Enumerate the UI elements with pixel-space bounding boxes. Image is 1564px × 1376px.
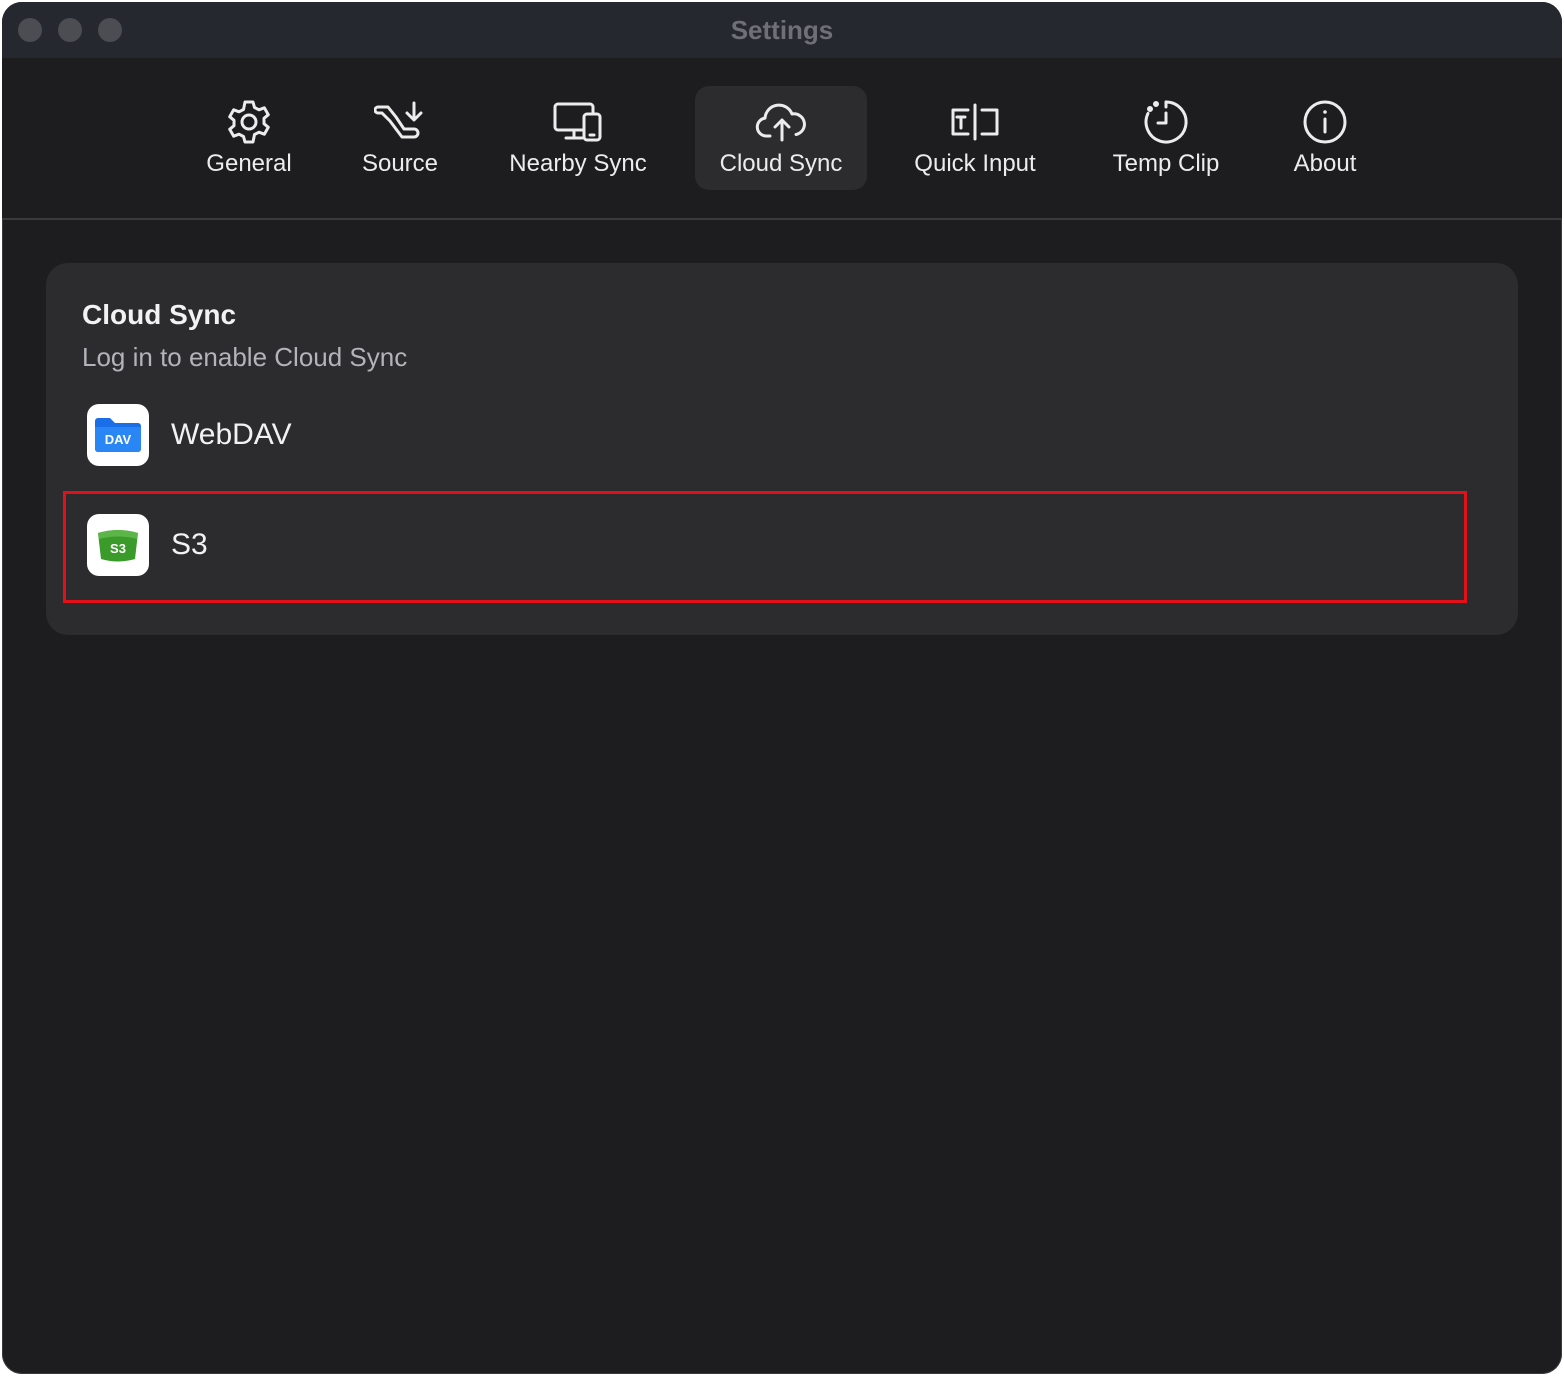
tab-about[interactable]: About [1274,86,1376,190]
provider-webdav[interactable]: DAV WebDAV [82,395,1466,475]
text-input-icon [947,98,1003,146]
tab-temp-clip-label: Temp Clip [1112,150,1220,177]
provider-s3[interactable]: S3 S3 [82,505,1466,585]
tab-nearby-sync[interactable]: Nearby Sync [494,86,662,190]
tab-about-label: About [1293,150,1357,177]
devices-icon [550,98,606,146]
provider-s3-label: S3 [171,528,208,561]
tab-cloud-sync[interactable]: Cloud Sync [695,86,867,190]
settings-window: Settings General Source Nearby Sync Clou… [2,2,1562,1374]
tab-quick-input-label: Quick Input [914,150,1036,177]
panel-subtitle: Log in to enable Cloud Sync [82,342,408,372]
info-icon [1297,98,1353,146]
s3-icon: S3 [87,514,149,576]
tab-nearby-sync-label: Nearby Sync [509,150,647,177]
tab-source[interactable]: Source [346,86,454,190]
window-title: Settings [730,15,834,45]
tab-general-label: General [206,150,292,177]
tab-source-label: Source [361,150,439,177]
s3-icon-text: S3 [110,541,126,556]
source-icon [372,98,428,146]
tab-temp-clip[interactable]: Temp Clip [1096,86,1236,190]
webdav-icon-text: DAV [105,432,132,447]
panel-title: Cloud Sync [82,299,237,330]
title-bar: Settings [2,2,1562,58]
tab-general[interactable]: General [188,86,310,190]
provider-webdav-label: WebDAV [171,418,292,451]
tab-quick-input[interactable]: Quick Input [900,86,1050,190]
cloud-upload-icon [753,98,809,146]
settings-toolbar: General Source Nearby Sync Cloud Sync Qu… [2,58,1562,220]
tab-cloud-sync-label: Cloud Sync [719,150,843,177]
timer-icon [1138,98,1194,146]
webdav-icon: DAV [87,404,149,466]
cloud-sync-panel: Cloud Sync Log in to enable Cloud Sync D… [46,263,1518,635]
gear-icon [221,98,277,146]
